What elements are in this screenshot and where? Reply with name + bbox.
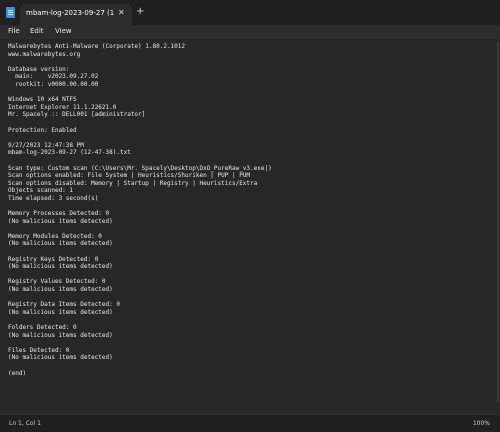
vertical-scrollbar[interactable] <box>497 42 499 402</box>
document-tab[interactable]: mbam-log-2023-09-27 (12-47- ✕ <box>20 4 132 25</box>
close-icon[interactable]: ✕ <box>118 8 125 18</box>
menu-bar: File Edit View <box>0 25 500 39</box>
text-editor[interactable]: Malwarebytes Anti-Malware (Corporate) 1.… <box>0 39 500 414</box>
zoom-level[interactable]: 100% <box>473 420 490 427</box>
tab-title: mbam-log-2023-09-27 (12-47- <box>26 9 114 17</box>
menu-file[interactable]: File <box>8 26 20 36</box>
document-text[interactable]: Malwarebytes Anti-Malware (Corporate) 1.… <box>8 43 488 377</box>
new-tab-button[interactable]: + <box>136 6 144 18</box>
status-bar: Ln 1, Col 1 100% <box>0 414 500 432</box>
menu-view[interactable]: View <box>55 26 72 36</box>
cursor-position: Ln 1, Col 1 <box>9 420 41 427</box>
notepad-icon <box>6 7 15 18</box>
menu-edit[interactable]: Edit <box>30 26 44 36</box>
title-bar: mbam-log-2023-09-27 (12-47- ✕ + <box>0 0 500 25</box>
